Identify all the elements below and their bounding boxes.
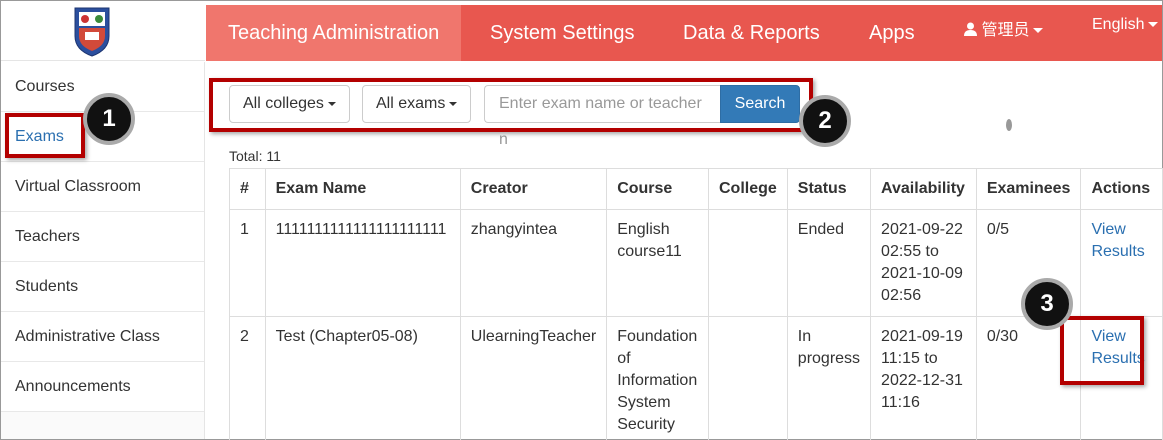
header-number: # xyxy=(229,168,266,210)
highlight-filter-bar xyxy=(209,78,813,132)
user-icon xyxy=(964,22,977,36)
logo-area xyxy=(1,1,205,61)
nav-apps[interactable]: Apps xyxy=(869,5,915,61)
school-crest-logo xyxy=(74,7,110,57)
header-college: College xyxy=(708,168,788,210)
step-badge-2: 2 xyxy=(799,95,851,147)
cell-course: Foundation of Information System Security xyxy=(606,316,709,440)
step-badge-3: 3 xyxy=(1021,278,1073,330)
caret-down-icon xyxy=(1148,22,1159,28)
cell-availability: 2021-09-19 11:15 to 2022-12-31 11:16 xyxy=(870,316,977,440)
cell-exam-name: Test (Chapter05-08) xyxy=(264,316,461,440)
sidebar-item-virtual-classroom[interactable]: Virtual Classroom xyxy=(1,162,204,212)
caret-down-icon xyxy=(1033,28,1044,34)
header-creator: Creator xyxy=(459,168,608,210)
cell-college xyxy=(708,209,788,317)
header-status: Status xyxy=(786,168,872,210)
sidebar-item-announcements[interactable]: Announcements xyxy=(1,362,204,412)
sidebar-item-teachers[interactable]: Teachers xyxy=(1,212,204,262)
view-results-link[interactable]: View Results xyxy=(1091,221,1144,260)
cell-status: In progress xyxy=(786,316,872,440)
header-examinees: Examinees xyxy=(975,168,1082,210)
step-badge-1: 1 xyxy=(83,93,135,145)
highlight-view-results xyxy=(1060,316,1144,385)
header-actions: Actions xyxy=(1080,168,1163,210)
table-header-row: # Exam Name Creator Course College Statu… xyxy=(229,168,1163,210)
cell-actions: View Results xyxy=(1080,209,1163,317)
header-availability: Availability xyxy=(870,168,977,210)
language-menu[interactable]: English xyxy=(1092,16,1159,34)
cell-number: 2 xyxy=(229,316,266,440)
cell-creator: UlearningTeacher xyxy=(459,316,608,440)
cell-course: English course11 xyxy=(606,209,709,317)
user-menu[interactable]: 管理员 xyxy=(964,16,1044,40)
nav-data-reports[interactable]: Data & Reports xyxy=(683,5,820,61)
cell-availability: 2021-09-22 02:55 to 2021-10-09 02:56 xyxy=(870,209,977,317)
loading-indicator-icon xyxy=(1006,119,1012,131)
user-name: 管理员 xyxy=(981,22,1030,39)
nav-system-settings[interactable]: System Settings xyxy=(490,5,635,61)
cell-college xyxy=(708,316,788,440)
highlight-exams xyxy=(5,113,85,158)
language-label: English xyxy=(1092,16,1145,33)
cell-creator: zhangyintea xyxy=(459,209,608,317)
header-exam-name: Exam Name xyxy=(264,168,461,210)
sidebar-item-students[interactable]: Students xyxy=(1,262,204,312)
table-row: 2 Test (Chapter05-08) UlearningTeacher F… xyxy=(229,316,1163,440)
cell-number: 1 xyxy=(229,209,266,317)
sidebar-item-administrative-class[interactable]: Administrative Class xyxy=(1,312,204,362)
cell-status: Ended xyxy=(786,209,872,317)
cell-exam-name: 1111111111111111111111 xyxy=(264,209,461,317)
top-navigation: Teaching Administration System Settings … xyxy=(206,5,1162,61)
total-count: Total: 11 xyxy=(229,148,281,164)
header-course: Course xyxy=(606,168,709,210)
nav-teaching-administration[interactable]: Teaching Administration xyxy=(206,5,462,61)
